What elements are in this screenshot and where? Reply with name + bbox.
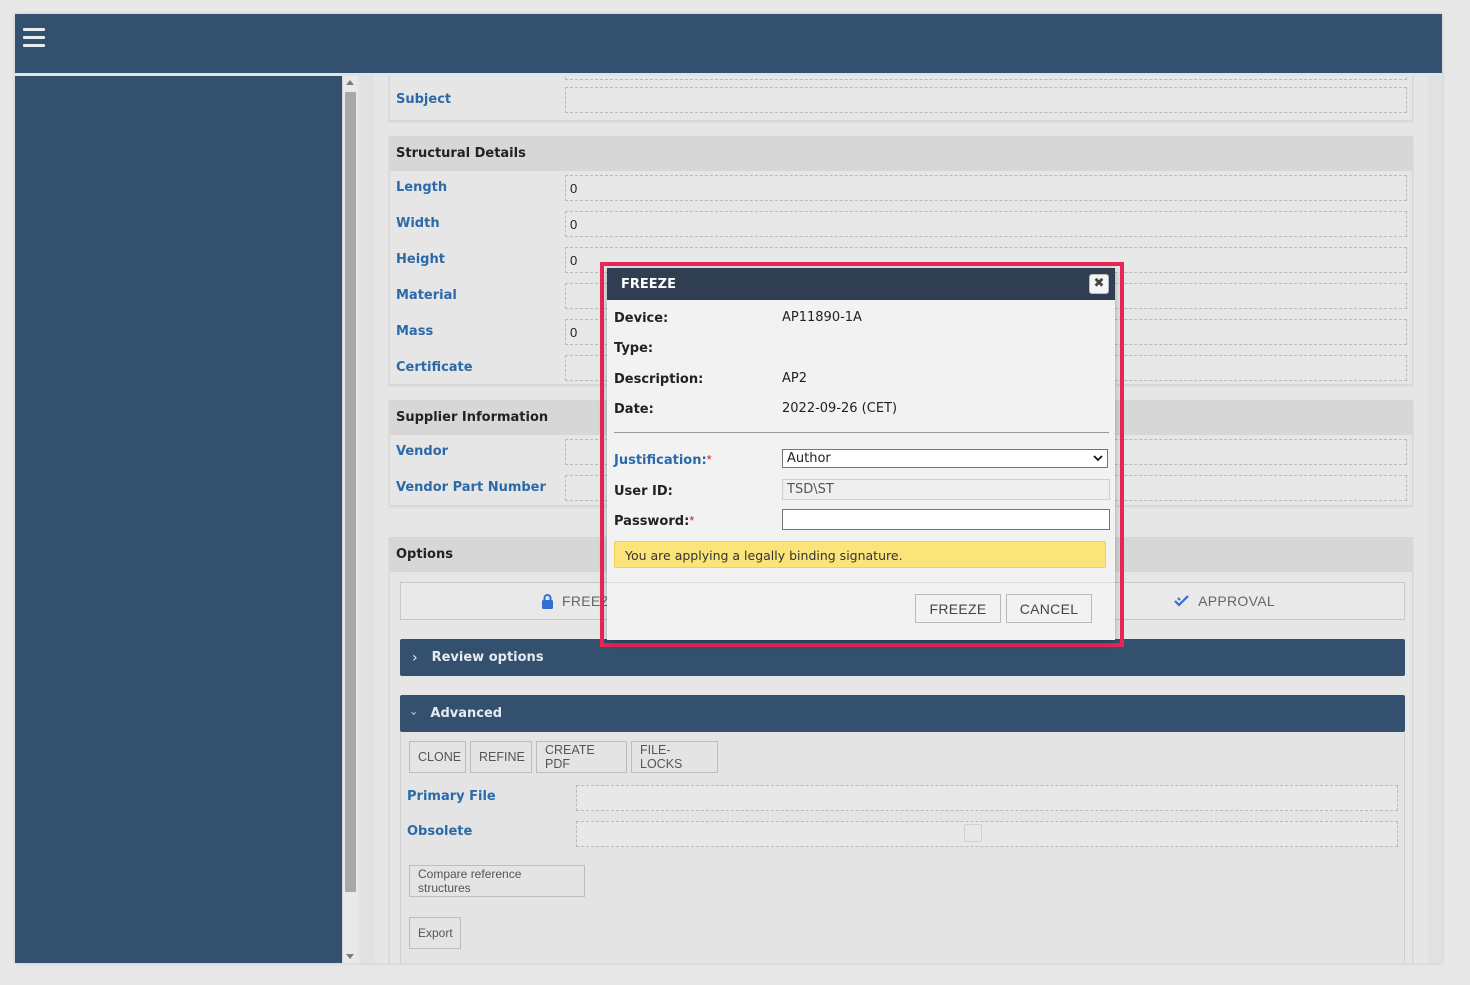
primary-file-field[interactable] bbox=[576, 785, 1398, 811]
userid-label: User ID: bbox=[614, 484, 673, 499]
double-check-icon bbox=[1174, 595, 1189, 607]
general-panel: Subject bbox=[389, 76, 1413, 121]
scrollbar-thumb[interactable] bbox=[345, 92, 356, 892]
userid-row: User ID: bbox=[614, 483, 673, 499]
length-row: Length 0 bbox=[390, 171, 1412, 207]
refine-button[interactable]: REFINE bbox=[470, 741, 532, 773]
certificate-label: Certificate bbox=[396, 360, 473, 375]
chevron-down-icon: › bbox=[407, 711, 421, 716]
height-label: Height bbox=[396, 252, 445, 267]
device-value: AP11890-1A bbox=[782, 310, 862, 325]
scroll-down-arrow-icon[interactable] bbox=[346, 954, 354, 959]
approval-option-label: APPROVAL bbox=[1198, 593, 1275, 609]
required-marker: * bbox=[706, 452, 712, 467]
userid-field: TSD\ST bbox=[782, 479, 1110, 500]
primary-file-row: Primary File bbox=[401, 785, 1404, 821]
mass-label: Mass bbox=[396, 324, 434, 339]
width-row: Width 0 bbox=[390, 207, 1412, 243]
justification-row: Justification:* bbox=[614, 452, 712, 468]
vertical-scrollbar[interactable] bbox=[342, 76, 358, 963]
length-field[interactable]: 0 bbox=[565, 175, 1407, 201]
chevron-down-icon bbox=[1093, 455, 1103, 462]
file-locks-button[interactable]: FILE-LOCKS bbox=[631, 741, 718, 773]
justification-label: Justification: bbox=[614, 453, 707, 468]
required-marker: * bbox=[689, 513, 695, 528]
obsolete-checkbox[interactable] bbox=[964, 824, 982, 842]
type-label: Type: bbox=[614, 341, 654, 356]
vendor-part-number-label: Vendor Part Number bbox=[396, 480, 546, 495]
signature-warning: You are applying a legally binding signa… bbox=[614, 541, 1106, 568]
cancel-button[interactable]: CANCEL bbox=[1006, 594, 1092, 623]
hamburger-icon[interactable] bbox=[23, 28, 45, 50]
material-label: Material bbox=[396, 288, 457, 303]
dialog-header: FREEZE ✖ bbox=[607, 268, 1115, 300]
password-row: Password:* bbox=[614, 513, 694, 529]
advanced-content: CLONE REFINE CREATE PDF FILE-LOCKS Prima… bbox=[400, 732, 1405, 963]
review-options-label: Review options bbox=[431, 650, 544, 665]
scroll-up-arrow-icon[interactable] bbox=[346, 80, 354, 85]
freeze-dialog: FREEZE ✖ Device: AP11890-1A Type: Descri… bbox=[607, 268, 1115, 640]
subject-field[interactable] bbox=[565, 87, 1407, 113]
advanced-accordion[interactable]: › Advanced bbox=[400, 695, 1405, 732]
obsolete-row: Obsolete bbox=[401, 821, 1404, 857]
primary-file-label: Primary File bbox=[407, 789, 496, 804]
vendor-label: Vendor bbox=[396, 444, 449, 459]
date-row: Date: bbox=[614, 401, 654, 417]
description-value: AP2 bbox=[782, 371, 808, 386]
sidebar bbox=[15, 76, 342, 963]
obsolete-label: Obsolete bbox=[407, 824, 473, 839]
width-field[interactable]: 0 bbox=[565, 211, 1407, 237]
previous-field-box[interactable] bbox=[565, 76, 1407, 80]
obsolete-field bbox=[576, 821, 1398, 847]
advanced-button-group: CLONE REFINE CREATE PDF FILE-LOCKS bbox=[409, 741, 809, 773]
freeze-button[interactable]: FREEZE bbox=[915, 594, 1001, 623]
dialog-footer-divider bbox=[607, 582, 1115, 583]
subject-label: Subject bbox=[396, 92, 452, 107]
clone-button[interactable]: CLONE bbox=[409, 741, 466, 773]
lock-icon bbox=[541, 593, 553, 609]
advanced-label: Advanced bbox=[430, 706, 503, 721]
subject-row: Subject bbox=[390, 83, 1412, 119]
type-row: Type: bbox=[614, 340, 653, 356]
close-icon[interactable]: ✖ bbox=[1089, 274, 1109, 294]
dialog-title: FREEZE bbox=[621, 277, 676, 292]
justification-selected-value: Author bbox=[787, 451, 831, 466]
compare-reference-structures-button[interactable]: Compare reference structures bbox=[409, 865, 585, 897]
create-pdf-button[interactable]: CREATE PDF bbox=[536, 741, 627, 773]
export-button[interactable]: Export bbox=[409, 917, 461, 949]
device-row: Device: bbox=[614, 310, 668, 326]
length-label: Length bbox=[396, 180, 448, 195]
top-navbar bbox=[15, 14, 1442, 75]
structural-details-title: Structural Details bbox=[390, 137, 1412, 171]
dialog-divider bbox=[614, 432, 1109, 433]
chevron-right-icon: › bbox=[412, 649, 418, 666]
description-label: Description: bbox=[614, 372, 704, 387]
password-field[interactable] bbox=[782, 509, 1110, 530]
device-label: Device: bbox=[614, 311, 669, 326]
date-label: Date: bbox=[614, 402, 654, 417]
date-value: 2022-09-26 (CET) bbox=[782, 401, 898, 416]
justification-select[interactable]: Author bbox=[782, 449, 1108, 468]
width-label: Width bbox=[396, 216, 440, 231]
password-label: Password: bbox=[614, 514, 690, 529]
description-row: Description: bbox=[614, 371, 703, 387]
